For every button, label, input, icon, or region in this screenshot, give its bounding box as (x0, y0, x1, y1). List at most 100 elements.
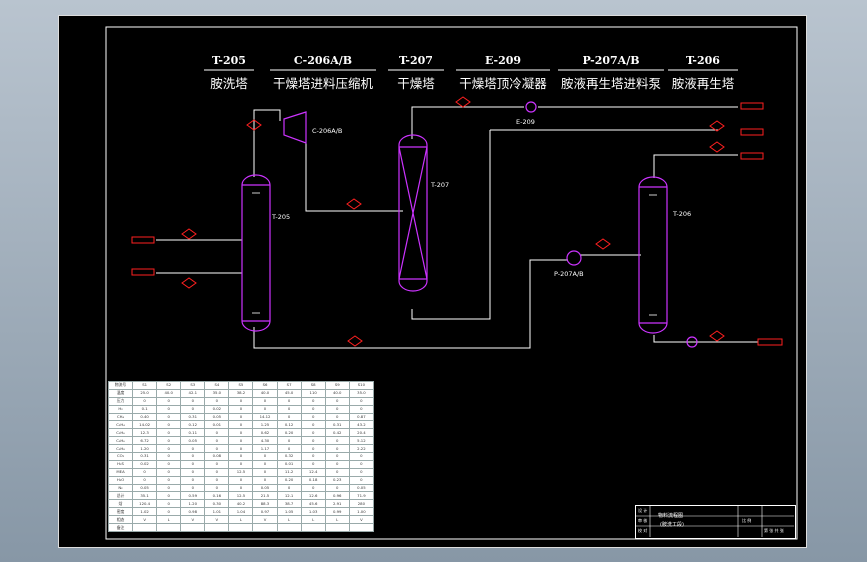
equipment-tag: E-209 (484, 54, 522, 67)
equipment-tag: C-206A/B (293, 54, 353, 67)
table-cell: 0 (156, 444, 182, 454)
table-cell: 0 (324, 396, 350, 406)
table-cell: 0 (348, 452, 374, 461)
drawing-title: 物料流程图 (658, 513, 684, 519)
stream-markers (181, 96, 725, 347)
table-cell: 压力 (108, 396, 134, 406)
vessels (241, 101, 698, 348)
table-row: C₃H₆ 6.72 0 0.05 0 0 4.30 0 0 0 5.12 (108, 436, 374, 446)
table-cell: 0 (252, 459, 278, 469)
table-cell: 0 (132, 396, 158, 406)
table-cell: 20.4 (348, 428, 374, 438)
table-cell: 0 (228, 483, 254, 493)
equipment-name: 干燥塔 (397, 76, 435, 91)
table-cell: MEA (108, 467, 134, 477)
table-cell: S10 (348, 381, 374, 390)
table-cell: CH₄ (108, 412, 134, 422)
table-row: H₂S 0.02 0 0 0 0 0 0.01 0 0 0 (108, 459, 374, 469)
table-cell: 0 (204, 483, 230, 493)
table-cell: 0 (156, 396, 182, 406)
table-cell: L (228, 515, 254, 525)
table-cell: S4 (204, 381, 230, 390)
table-cell (156, 523, 182, 532)
table-cell: 0 (204, 467, 230, 477)
table-cell: 0 (180, 452, 206, 461)
table-cell: V (348, 515, 374, 525)
table-cell: 0.05 (132, 483, 158, 493)
table-row: CO₂ 0.31 0 0 0.08 0 0 0.32 0 0 0 (108, 452, 374, 461)
table-cell: 1.04 (228, 507, 254, 517)
header-e209: E-209 干燥塔顶冷凝器 (456, 54, 550, 92)
table-cell (276, 523, 302, 532)
table-cell: V (180, 515, 206, 525)
table-cell: 0 (300, 396, 326, 406)
table-cell: 71.9 (348, 491, 374, 501)
table-cell: 0 (300, 444, 326, 454)
table-cell: 38.2 (228, 388, 254, 398)
table-row: 温度 25.0 40.0 42.1 35.0 38.2 40.0 45.0 110 40.0 35.… (108, 388, 374, 398)
table-cell: 0 (156, 436, 182, 446)
table-cell: 0.40 (132, 412, 158, 422)
equipment-tag: T-206 (686, 54, 720, 67)
header-t205: T-205 胺洗塔 (204, 54, 254, 92)
table-cell: 0 (180, 483, 206, 493)
table-cell: 0.30 (204, 499, 230, 509)
stream-marker (347, 335, 363, 347)
table-cell: 0 (300, 452, 326, 461)
table-cell: 0.1 (132, 404, 158, 414)
table-cell: 0.05 (180, 436, 206, 446)
table-cell: 0 (228, 452, 254, 461)
table-cell: 25.0 (132, 388, 158, 398)
scale-label: 比 例 (742, 518, 752, 523)
table-row: H₂O 0 0 0 0 0 0 0.20 0.18 0.23 0 (108, 475, 374, 485)
table-cell: 0 (156, 507, 182, 517)
table-cell: 0 (324, 444, 350, 454)
equipment-name: 胺液再生塔进料泵 (560, 76, 661, 91)
table-cell: 40.0 (252, 388, 278, 398)
table-cell: N₂ (108, 483, 134, 493)
t206-label: T-206 (673, 210, 692, 218)
table-row: N₂ 0.05 0 0 0 0 0.05 0 0 0 0.05 (108, 483, 374, 493)
table-cell: 0 (228, 459, 254, 469)
table-cell: C₃H₆ (108, 436, 134, 446)
t207-label: T-207 (431, 181, 450, 189)
table-cell: 12.6 (300, 491, 326, 501)
stream-marker (346, 198, 362, 210)
table-cell: C₂H₄ (108, 420, 134, 430)
table-cell: 密度 (108, 507, 134, 517)
header-p207: P-207A/B 胺液再生塔进料泵 (558, 54, 664, 92)
table-cell: 0 (300, 404, 326, 414)
inlet-flag (131, 236, 155, 244)
outlet-flag (740, 102, 764, 110)
table-cell: 0.31 (180, 412, 206, 422)
table-row: C₃H₈ 1.20 0 0 0 0 1.17 0 0 0 2.22 (108, 444, 374, 454)
table-cell: 110 (300, 388, 326, 398)
table-cell: 0 (180, 444, 206, 454)
table-cell: 0.11 (180, 428, 206, 438)
table-row: 物流号 S1 S2 S3 S4 S5 S6 S7 S8 S9 S10 (108, 381, 374, 390)
table-cell: 1.00 (348, 507, 374, 517)
table-cell: 0.31 (132, 452, 158, 461)
table-cell: 45.0 (276, 388, 302, 398)
stream-flags (131, 102, 783, 346)
table-cell: 0 (156, 459, 182, 469)
table-cell: H₂O (108, 475, 134, 485)
table-cell: 0 (156, 491, 182, 501)
table-cell: 0 (348, 467, 374, 477)
table-cell: 0 (228, 428, 254, 438)
table-cell: C₂H₆ (108, 428, 134, 438)
table-cell: 12.5 (228, 467, 254, 477)
table-cell: 0.98 (180, 507, 206, 517)
table-cell: V (252, 515, 278, 525)
c206-label: C-206A/B (312, 127, 343, 135)
table-cell: 0.32 (276, 452, 302, 461)
table-cell: 0 (180, 467, 206, 477)
table-cell: 0 (180, 459, 206, 469)
table-cell: 0 (228, 475, 254, 485)
table-cell (252, 523, 278, 532)
table-cell: 0.01 (276, 459, 302, 469)
table-cell: H₂ (108, 404, 134, 414)
table-cell: 0 (204, 396, 230, 406)
table-cell: 备注 (108, 523, 134, 532)
table-cell: 0.23 (324, 475, 350, 485)
